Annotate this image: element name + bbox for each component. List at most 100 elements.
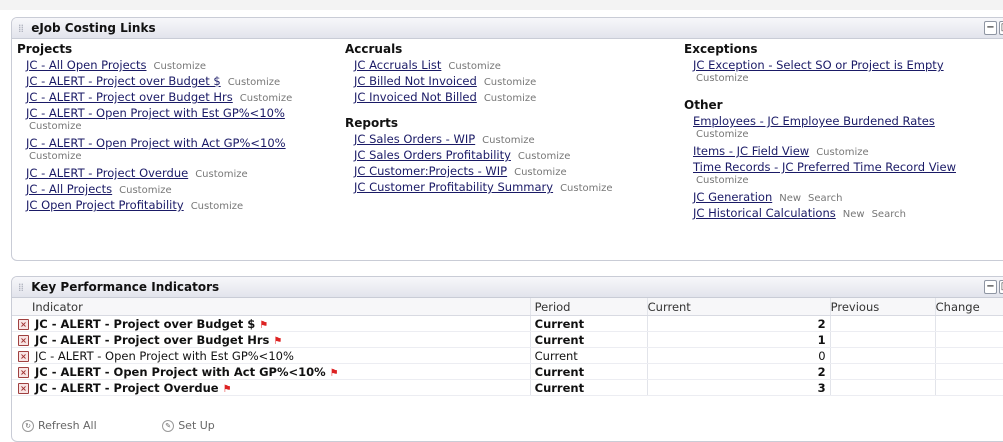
customize-link[interactable]: Customize xyxy=(29,151,82,162)
link-jc-all-projects[interactable]: JC - All Projects xyxy=(26,182,112,196)
link-jc-exception-select-so-or-project-is-empty[interactable]: JC Exception - Select SO or Project is E… xyxy=(693,58,944,72)
link-jc-accruals-list[interactable]: JC Accruals List xyxy=(354,58,441,72)
new-link[interactable]: New xyxy=(779,193,801,204)
kpi-indicator-label[interactable]: JC - ALERT - Project Overdue xyxy=(35,381,219,395)
link-jc-all-open-projects[interactable]: JC - All Open Projects xyxy=(26,58,147,72)
customize-link[interactable]: Customize xyxy=(29,121,82,132)
column-header-change[interactable]: Change xyxy=(934,298,1003,316)
remove-kpi-icon[interactable]: × xyxy=(18,382,29,394)
link-jc-open-project-profitability[interactable]: JC Open Project Profitability xyxy=(26,198,184,212)
alert-flag-icon: ⚑ xyxy=(273,335,283,347)
customize-link[interactable]: Customize xyxy=(484,77,537,88)
kpi-portlet: ⁞⁞ Key Performance Indicators − □ Indica… xyxy=(11,276,1003,442)
link-jc-alert-project-over-budget-hrs[interactable]: JC - ALERT - Project over Budget Hrs xyxy=(26,90,233,104)
customize-link[interactable]: Customize xyxy=(195,169,248,180)
maximize-button[interactable]: □ xyxy=(999,280,1003,294)
customize-link[interactable]: Customize xyxy=(560,183,613,194)
minimize-button[interactable]: − xyxy=(984,280,997,294)
portlet-header[interactable]: ⁞⁞ Key Performance Indicators − □ xyxy=(12,277,1003,298)
customize-link[interactable]: Customize xyxy=(154,61,207,72)
customize-link[interactable]: Customize xyxy=(696,175,749,186)
kpi-change-cell xyxy=(934,315,1003,332)
kpi-row[interactable]: × JC - ALERT - Open Project with Act GP%<… xyxy=(12,363,1003,380)
customize-link[interactable]: Customize xyxy=(696,129,749,140)
customize-link[interactable]: Customize xyxy=(816,147,869,158)
alert-flag-icon: ⚑ xyxy=(222,383,232,395)
refresh-all-label: Refresh All xyxy=(38,419,97,432)
link-jc-generation[interactable]: JC Generation xyxy=(693,190,772,204)
customize-link[interactable]: Customize xyxy=(119,185,172,196)
kpi-indicator-label[interactable]: JC - ALERT - Open Project with Est GP%<1… xyxy=(35,349,294,363)
link-jc-sales-orders-wip[interactable]: JC Sales Orders - WIP xyxy=(354,132,475,146)
refresh-all-button[interactable]: ↻ Refresh All xyxy=(22,419,97,432)
link-jc-customer-profitability-summary[interactable]: JC Customer Profitability Summary xyxy=(354,180,553,194)
link-jc-alert-project-overdue[interactable]: JC - ALERT - Project Overdue xyxy=(26,166,188,180)
link-row: JC Exception - Select SO or Project is E… xyxy=(684,57,956,87)
remove-kpi-icon[interactable]: × xyxy=(18,366,29,378)
link-employees-jc-employee-burdened-rates[interactable]: Employees - JC Employee Burdened Rates xyxy=(693,114,935,128)
kpi-row[interactable]: × JC - ALERT - Project Overdue ⚑ Current 3 xyxy=(12,379,1003,396)
kpi-footer: ↻ Refresh All ✎ Set Up xyxy=(22,419,215,432)
kpi-indicator-label[interactable]: JC - ALERT - Open Project with Act GP%<1… xyxy=(35,365,326,379)
kpi-header-row: Indicator Period Current Previous Change xyxy=(12,298,1003,316)
section-heading-accruals: Accruals xyxy=(345,42,403,56)
customize-link[interactable]: Customize xyxy=(240,93,293,104)
link-jc-alert-open-project-with-est-gp-10[interactable]: JC - ALERT - Open Project with Est GP%<1… xyxy=(26,106,285,120)
search-link[interactable]: Search xyxy=(872,209,906,220)
section-heading-exceptions: Exceptions xyxy=(684,42,758,56)
kpi-row[interactable]: × JC - ALERT - Project over Budget $ ⚑ Curr… xyxy=(12,315,1003,332)
kpi-row[interactable]: × JC - ALERT - Project over Budget Hrs ⚑ Cu… xyxy=(12,331,1003,348)
customize-link[interactable]: Customize xyxy=(191,201,244,212)
customize-link[interactable]: Customize xyxy=(482,135,535,146)
remove-kpi-icon[interactable]: × xyxy=(18,318,29,330)
link-row: Employees - JC Employee Burdened Rates Cu… xyxy=(684,113,956,143)
alert-flag-icon: ⚑ xyxy=(259,319,269,331)
column-header-period[interactable]: Period xyxy=(529,298,648,316)
kpi-change-cell xyxy=(934,379,1003,396)
customize-link[interactable]: Customize xyxy=(696,73,749,84)
link-jc-historical-calculations[interactable]: JC Historical Calculations xyxy=(693,206,836,220)
alert-flag-icon: ⚑ xyxy=(329,367,339,379)
kpi-indicator-cell: × JC - ALERT - Open Project with Est GP%<… xyxy=(12,347,531,364)
new-link[interactable]: New xyxy=(843,209,865,220)
kpi-period-cell: Current xyxy=(529,331,648,348)
portlet-header[interactable]: ⁞⁞ eJob Costing Links − □ xyxy=(12,18,1003,39)
customize-link[interactable]: Customize xyxy=(228,77,281,88)
search-link[interactable]: Search xyxy=(808,193,842,204)
remove-kpi-icon[interactable]: × xyxy=(18,350,29,362)
section-heading-projects: Projects xyxy=(17,42,73,56)
link-jc-invoiced-not-billed[interactable]: JC Invoiced Not Billed xyxy=(354,90,477,104)
column-header-current[interactable]: Current xyxy=(646,298,831,316)
kpi-indicator-cell: × JC - ALERT - Project over Budget $ ⚑ xyxy=(12,315,531,332)
kpi-period-cell: Current xyxy=(529,379,648,396)
kpi-row[interactable]: × JC - ALERT - Open Project with Est GP%<… xyxy=(12,347,1003,364)
set-up-button[interactable]: ✎ Set Up xyxy=(162,419,215,432)
link-jc-alert-open-project-with-act-gp-10[interactable]: JC - ALERT - Open Project with Act GP%<1… xyxy=(26,136,286,150)
link-time-records-jc-preferred-time-record-view[interactable]: Time Records - JC Preferred Time Record … xyxy=(693,160,956,174)
column-header-previous[interactable]: Previous xyxy=(829,298,936,316)
kpi-indicator-label[interactable]: JC - ALERT - Project over Budget $ xyxy=(35,317,255,331)
kpi-current-cell: 2 xyxy=(646,315,831,332)
link-jc-sales-orders-profitability[interactable]: JC Sales Orders Profitability xyxy=(354,148,511,162)
link-row: JC Sales Orders Profitability Customize xyxy=(345,147,613,163)
minimize-button[interactable]: − xyxy=(984,21,997,35)
column-header-indicator[interactable]: Indicator xyxy=(12,298,531,316)
link-jc-customer-projects-wip[interactable]: JC Customer:Projects - WIP xyxy=(354,164,507,178)
customize-link[interactable]: Customize xyxy=(484,93,537,104)
customize-link[interactable]: Customize xyxy=(518,151,571,162)
customize-link[interactable]: Customize xyxy=(514,167,567,178)
link-jc-billed-not-invoiced[interactable]: JC Billed Not Invoiced xyxy=(354,74,477,88)
link-row: JC Generation New Search xyxy=(684,189,956,205)
drag-handle-icon[interactable]: ⁞⁞ xyxy=(18,19,24,39)
link-row: JC Open Project Profitability Customize xyxy=(17,197,292,213)
kpi-current-cell: 2 xyxy=(646,363,831,380)
link-items-jc-field-view[interactable]: Items - JC Field View xyxy=(693,144,809,158)
drag-handle-icon[interactable]: ⁞⁞ xyxy=(18,278,24,298)
link-row: Time Records - JC Preferred Time Record … xyxy=(684,159,956,189)
maximize-button[interactable]: □ xyxy=(999,21,1003,35)
customize-link[interactable]: Customize xyxy=(448,61,501,72)
remove-kpi-icon[interactable]: × xyxy=(18,334,29,346)
link-row: JC Invoiced Not Billed Customize xyxy=(345,89,613,105)
link-jc-alert-project-over-budget[interactable]: JC - ALERT - Project over Budget $ xyxy=(26,74,221,88)
kpi-indicator-label[interactable]: JC - ALERT - Project over Budget Hrs xyxy=(35,333,269,347)
